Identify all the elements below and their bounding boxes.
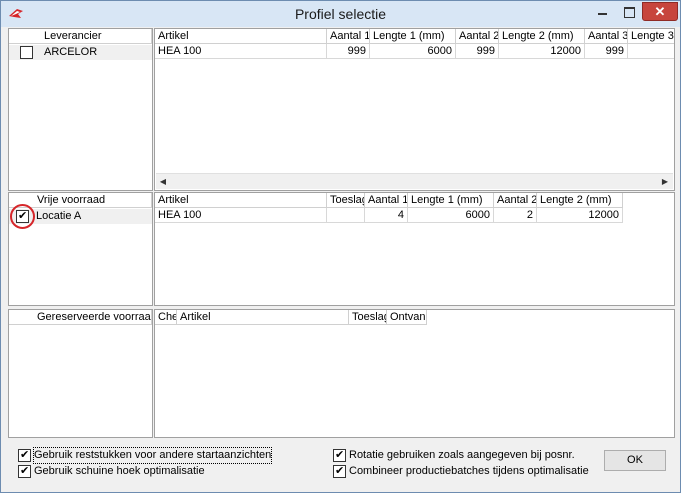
table-cell[interactable] — [628, 44, 674, 59]
column-header[interactable]: Aantal 2 — [456, 29, 499, 44]
minimize-button[interactable] — [590, 2, 616, 21]
column-header[interactable]: Artikel — [155, 193, 327, 208]
column-header[interactable]: Aantal 1 — [365, 193, 408, 208]
table-cell[interactable]: 999 — [585, 44, 628, 59]
column-header[interactable]: Artikel — [177, 310, 349, 325]
supplier-label: ARCELOR — [44, 46, 98, 58]
close-icon: ✕ — [654, 4, 666, 19]
combine-label: Combineer productiebatches tijdens optim… — [349, 465, 589, 477]
use-angle-checkbox[interactable] — [18, 463, 31, 478]
rotation-option[interactable]: Rotatie gebruiken zoals aangegeven bij p… — [333, 447, 575, 463]
supplier-list[interactable]: Leverancier ARCELOR — [8, 28, 153, 191]
use-remnants-checkbox[interactable] — [18, 447, 31, 462]
table-cell[interactable]: 999 — [327, 44, 370, 59]
column-header[interactable]: Toeslag — [349, 310, 387, 325]
close-button[interactable]: ✕ — [642, 2, 678, 21]
free-stock-grid[interactable]: Artikel Toeslag Aantal 1 Lengte 1 (mm) A… — [154, 192, 675, 306]
use-remnants-option[interactable]: Gebruik reststukken voor andere startaan… — [18, 447, 273, 464]
scroll-left-icon[interactable]: ◀ — [157, 176, 169, 188]
table-cell[interactable]: 6000 — [370, 44, 456, 59]
title-bar[interactable]: Profiel selectie ✕ — [1, 1, 680, 27]
supplier-checkbox[interactable] — [20, 46, 33, 59]
location-label: Locatie A — [36, 210, 82, 222]
use-angle-option[interactable]: Gebruik schuine hoek optimalisatie — [18, 463, 238, 479]
rotation-checkbox[interactable] — [333, 447, 346, 462]
column-header[interactable]: Aantal 1 — [327, 29, 370, 44]
scroll-right-icon[interactable]: ▶ — [659, 176, 671, 188]
column-header[interactable]: Che — [155, 310, 177, 325]
column-header[interactable]: Ontvang — [387, 310, 427, 325]
column-header[interactable]: Lengte 1 (mm) — [408, 193, 494, 208]
ok-button[interactable]: OK — [604, 450, 666, 471]
combine-option[interactable]: Combineer productiebatches tijdens optim… — [333, 463, 593, 479]
maximize-button[interactable] — [616, 2, 642, 21]
column-header[interactable]: Lengte 3 (m — [628, 29, 674, 44]
use-remnants-label: Gebruik reststukken voor andere startaan… — [32, 447, 273, 464]
reserved-stock-grid[interactable]: Che Artikel Toeslag Ontvang — [154, 309, 675, 438]
column-header[interactable]: Aantal 2 — [494, 193, 537, 208]
table-cell[interactable] — [327, 208, 365, 223]
column-header[interactable]: Lengte 2 (mm) — [537, 193, 623, 208]
column-header[interactable]: Aantal 3 — [585, 29, 628, 44]
supplier-header: Leverancier — [9, 29, 152, 44]
table-cell[interactable]: HEA 100 — [155, 208, 327, 223]
column-header[interactable]: Toeslag — [327, 193, 365, 208]
table-cell[interactable]: 6000 — [408, 208, 494, 223]
column-header[interactable]: Lengte 2 (mm) — [499, 29, 585, 44]
table-cell[interactable]: 2 — [494, 208, 537, 223]
highlight-circle — [10, 204, 35, 229]
profile-selection-window: Profiel selectie ✕ Leverancier ARCELOR A… — [0, 0, 681, 493]
table-cell[interactable]: 999 — [456, 44, 499, 59]
combine-checkbox[interactable] — [333, 463, 346, 478]
table-cell[interactable]: HEA 100 — [155, 44, 327, 59]
free-stock-header: Vrije voorraad — [9, 193, 152, 208]
horizontal-scrollbar[interactable]: ◀ ▶ — [156, 173, 673, 189]
list-item[interactable]: ARCELOR — [9, 45, 152, 60]
column-header[interactable]: Artikel — [155, 29, 327, 44]
use-angle-label: Gebruik schuine hoek optimalisatie — [34, 465, 205, 477]
supplier-grid[interactable]: Artikel Aantal 1 Lengte 1 (mm) Aantal 2 … — [154, 28, 675, 191]
table-cell[interactable]: 4 — [365, 208, 408, 223]
reserved-stock-header: Gereserveerde voorraad — [9, 310, 152, 325]
column-header[interactable]: Lengte 1 (mm) — [370, 29, 456, 44]
table-cell[interactable]: 12000 — [537, 208, 623, 223]
table-cell[interactable]: 12000 — [499, 44, 585, 59]
rotation-label: Rotatie gebruiken zoals aangegeven bij p… — [349, 449, 575, 461]
window-title: Profiel selectie — [294, 6, 387, 22]
reserved-stock-list[interactable]: Gereserveerde voorraad — [8, 309, 153, 438]
